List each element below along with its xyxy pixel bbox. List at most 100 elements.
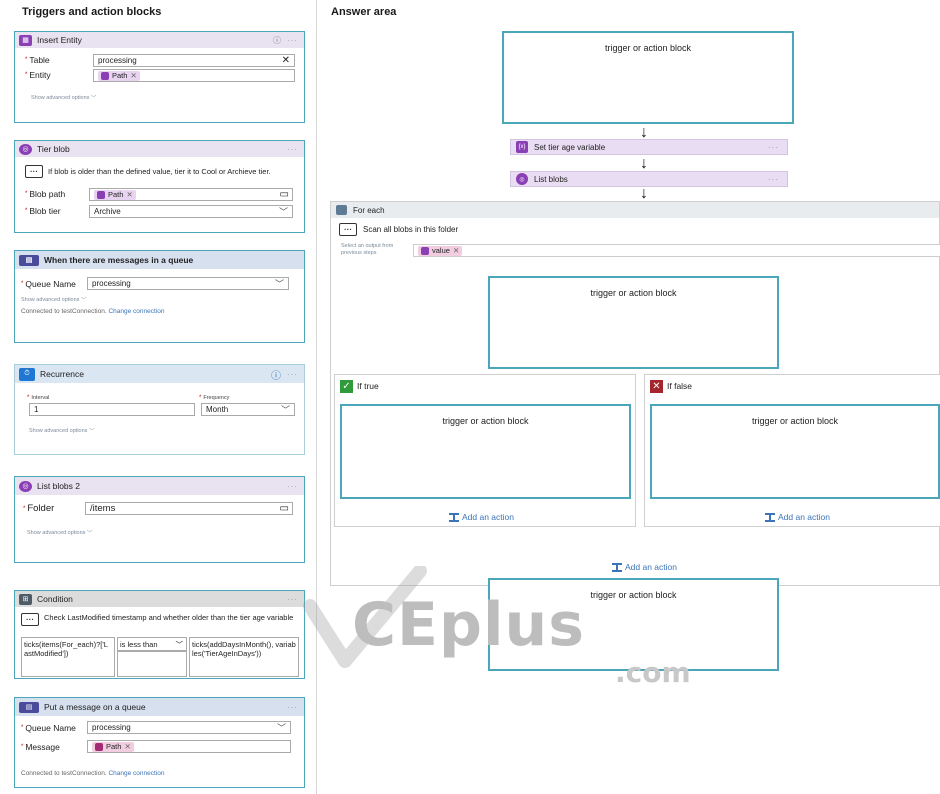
answer-slot-4[interactable]: trigger or action block [650,404,940,499]
insert-entity-header[interactable]: ▦ Insert Entity ⓘ ··· [15,32,304,48]
folder-icon[interactable]: ▭ [280,503,289,514]
chevron-down-icon: ﹀ [274,279,284,289]
add-action-false[interactable]: Add an action [765,512,830,522]
queue-icon: ▤ [19,254,39,266]
folder-label: Folder [27,503,55,514]
answer-area-title: Answer area [331,6,397,18]
more-icon[interactable]: ··· [287,36,298,45]
folder-icon[interactable]: ▭ [280,189,289,200]
condition-right-field[interactable]: ticks(addDaysInMonth(), variables('TierA… [189,637,299,677]
table-field[interactable]: processing ✕ [93,54,295,67]
comment-icon: ··· [339,223,357,236]
condition-left-field[interactable]: ticks(items(For_each)?['LastModified']) [21,637,115,677]
queue-trigger-card[interactable]: ▤ When there are messages in a queue * Qu… [14,250,305,343]
select-output-field[interactable]: value ✕ [413,244,940,257]
show-advanced[interactable]: Show advanced options ﹀ [27,529,92,537]
tier-blob-header[interactable]: ◎ Tier blob ··· [15,141,304,157]
path-token[interactable]: Path ✕ [94,189,136,200]
condition-comment: Check LastModified timestamp and whether… [44,613,294,622]
queue-name-select[interactable]: processing ﹀ [87,277,289,290]
change-connection-link[interactable]: Change connection [108,770,164,777]
comment-icon: ··· [21,613,39,626]
list-blobs-2-header[interactable]: ◎ List blobs 2 ··· [15,477,304,495]
more-icon[interactable]: ··· [768,175,779,184]
show-advanced[interactable]: Show advanced options ﹀ [29,427,94,435]
answer-slot-3[interactable]: trigger or action block [340,404,631,499]
list-blobs-step[interactable]: ◎ List blobs ··· [510,171,788,187]
more-icon[interactable]: ··· [768,143,779,152]
add-action-foreach[interactable]: Add an action [612,562,677,572]
insert-entity-card[interactable]: ▦ Insert Entity ⓘ ··· * Table processing … [14,31,305,123]
show-advanced[interactable]: Show advanced options ﹀ [31,94,96,102]
answer-slot-1[interactable]: trigger or action block [502,31,794,124]
triggers-title: Triggers and action blocks [22,6,162,18]
frequency-label: Frequency [203,395,230,401]
put-message-header[interactable]: ▤ Put a message on a queue ··· [15,698,304,716]
clear-icon[interactable]: ✕ [282,55,290,66]
path-token[interactable]: Path ✕ [92,741,134,752]
table-label: Table [29,55,50,65]
for-each-header[interactable]: For each [331,202,939,218]
more-icon[interactable]: ··· [287,482,298,491]
blob-path-field[interactable]: Path ✕ ▭ [89,188,293,201]
list-blobs-2-card[interactable]: ◎ List blobs 2 ··· * Folder /items ▭ Show… [14,476,305,563]
table-value: processing [98,56,137,65]
info-icon[interactable]: ⓘ [273,35,281,46]
table-icon: ▦ [19,34,32,46]
checkmark-icon: ✓ [340,379,353,393]
folder-field[interactable]: /items ▭ [85,502,293,515]
info-icon[interactable]: ⓘ [271,367,281,382]
operator-spacer [117,651,187,677]
clock-icon: ⏱ [19,367,35,381]
add-action-icon [449,512,459,522]
add-action-icon [612,562,622,572]
comment-icon: ··· [25,165,43,178]
chevron-down-icon: ﹀ [280,405,290,415]
more-icon[interactable]: ··· [287,703,298,712]
set-tier-step[interactable]: {x} Set tier age variable ··· [510,139,788,155]
queue-name-select[interactable]: processing ﹀ [87,721,291,734]
condition-card[interactable]: ⊞ Condition ··· ··· Check LastModified t… [14,590,305,679]
chevron-down-icon: ﹀ [278,207,288,217]
entity-field[interactable]: Path ✕ [93,69,295,82]
more-icon[interactable]: ··· [287,595,298,604]
show-advanced[interactable]: Show advanced options ﹀ [21,296,86,304]
answer-slot-2[interactable]: trigger or action block [488,276,779,369]
put-message-title: Put a message on a queue [44,702,146,712]
change-connection-link[interactable]: Change connection [108,308,164,315]
recurrence-title: Recurrence [40,369,84,379]
condition-title: Condition [37,594,73,604]
interval-field[interactable]: 1 [29,403,195,416]
queue-trigger-header[interactable]: ▤ When there are messages in a queue [15,251,304,269]
interval-label: Interval [31,395,50,401]
tier-blob-title: Tier blob [37,144,70,154]
remove-icon[interactable]: ✕ [130,71,136,80]
connected-text: Connected to testConnection. [21,308,107,315]
queue-name-label: Queue Name [25,723,76,733]
watermark-text: CEplus [352,590,585,660]
message-field[interactable]: Path ✕ [87,740,291,753]
more-icon[interactable]: ··· [287,145,298,154]
select-output-label: Select an output from previous steps [341,243,394,256]
recurrence-card[interactable]: ⏱ Recurrence ⓘ ··· * Interval 1 * Frequenc… [14,364,305,455]
queue-icon: ▤ [19,701,39,713]
value-token[interactable]: value ✕ [418,245,463,256]
operator-select[interactable]: is less than ﹀ [117,637,187,651]
path-token[interactable]: Path ✕ [98,70,140,81]
if-false-header: ✕ If false [645,375,940,397]
blob-path-label: Blob path [29,189,66,199]
blob-tier-label: Blob tier [29,206,61,216]
blob-tier-select[interactable]: Archive ﹀ [89,205,293,218]
condition-header[interactable]: ⊞ Condition ··· [15,591,304,607]
divider [316,0,317,794]
chevron-down-icon: ﹀ [276,723,286,733]
recurrence-header[interactable]: ⏱ Recurrence ⓘ ··· [15,365,304,383]
x-icon: ✕ [650,379,663,393]
put-message-card[interactable]: ▤ Put a message on a queue ··· * Queue Na… [14,697,305,788]
more-icon[interactable]: ··· [287,370,298,379]
insert-entity-title: Insert Entity [37,35,82,45]
frequency-select[interactable]: Month ﹀ [201,403,295,416]
add-action-true[interactable]: Add an action [449,512,514,522]
entity-label: Entity [29,70,51,80]
tier-blob-card[interactable]: ◎ Tier blob ··· ··· If blob is older tha… [14,140,305,233]
